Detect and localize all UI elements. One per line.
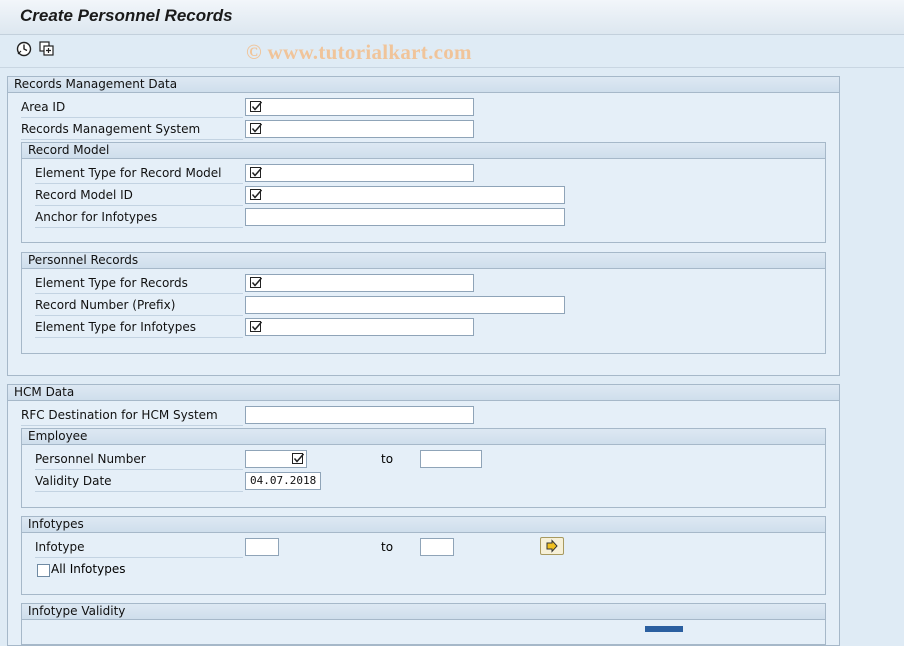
element-type-infotypes-label: Element Type for Infotypes xyxy=(35,318,243,338)
execute-icon[interactable] xyxy=(15,40,33,58)
record-number-label: Record Number (Prefix) xyxy=(35,296,243,316)
get-variant-icon[interactable] xyxy=(38,40,56,58)
anchor-infotypes-label: Anchor for Infotypes xyxy=(35,208,243,228)
record-model-id-field[interactable] xyxy=(245,186,565,204)
rms-label: Records Management System xyxy=(21,120,243,140)
all-infotypes-label: All Infotypes xyxy=(51,562,126,576)
to-label: to xyxy=(381,452,394,466)
rms-field[interactable] xyxy=(245,120,474,138)
group-header: Record Model xyxy=(22,143,825,159)
element-type-record-model-field[interactable] xyxy=(245,164,474,182)
group-header: Personnel Records xyxy=(22,253,825,269)
infotype-from-field[interactable] xyxy=(245,538,279,556)
validity-date-label: Validity Date xyxy=(35,472,243,492)
group-header: Records Management Data xyxy=(8,77,839,93)
group-header: Infotype Validity xyxy=(22,604,825,620)
page-title: Create Personnel Records xyxy=(20,6,233,25)
arrow-right-icon xyxy=(546,539,558,553)
validity-date-field[interactable]: 04.07.2018 xyxy=(245,472,321,490)
required-check-icon xyxy=(292,453,304,465)
anchor-infotypes-field[interactable] xyxy=(245,208,565,226)
rfc-destination-label: RFC Destination for HCM System xyxy=(21,406,243,426)
record-number-field[interactable] xyxy=(245,296,565,314)
watermark: © www.tutorialkart.com xyxy=(246,40,472,64)
element-type-records-field[interactable] xyxy=(245,274,474,292)
required-check-icon xyxy=(250,189,262,201)
personnel-number-from-field[interactable] xyxy=(245,450,307,468)
group-header: HCM Data xyxy=(8,385,839,401)
title-bar: Create Personnel Records xyxy=(0,0,904,35)
required-check-icon xyxy=(250,167,262,179)
infotype-label: Infotype xyxy=(35,538,243,558)
personnel-number-to-field[interactable] xyxy=(420,450,482,468)
infotype-to-field[interactable] xyxy=(420,538,454,556)
validity-date-value: 04.07.2018 xyxy=(250,474,317,487)
rfc-destination-field[interactable] xyxy=(245,406,474,424)
element-type-infotypes-field[interactable] xyxy=(245,318,474,336)
required-check-icon xyxy=(250,277,262,289)
sap-logo-fragment xyxy=(645,626,683,632)
record-model-id-label: Record Model ID xyxy=(35,186,243,206)
element-type-record-model-label: Element Type for Record Model xyxy=(35,164,243,184)
to-label: to xyxy=(381,540,394,554)
required-check-icon xyxy=(250,123,262,135)
right-margin xyxy=(840,68,904,632)
element-type-records-label: Element Type for Records xyxy=(35,274,243,294)
required-check-icon xyxy=(250,321,262,333)
group-header: Infotypes xyxy=(22,517,825,533)
group-header: Employee xyxy=(22,429,825,445)
all-infotypes-checkbox[interactable] xyxy=(37,564,50,577)
personnel-number-label: Personnel Number xyxy=(35,450,243,470)
multiple-selection-button[interactable] xyxy=(540,537,564,555)
infotype-validity-group: Infotype Validity xyxy=(21,603,826,645)
required-check-icon xyxy=(250,101,262,113)
area-id-label: Area ID xyxy=(21,98,243,118)
area-id-field[interactable] xyxy=(245,98,474,116)
